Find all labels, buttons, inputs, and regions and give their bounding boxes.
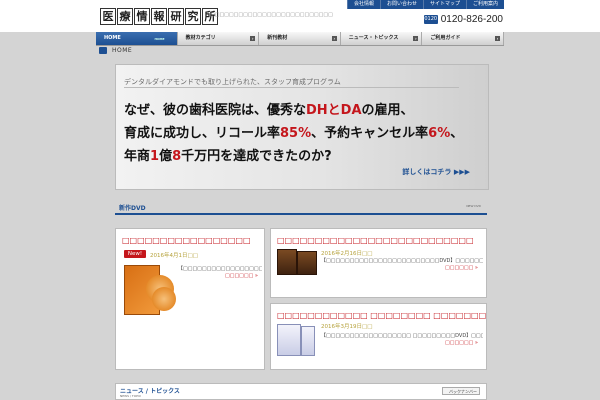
nav-label: HOME xyxy=(104,35,121,41)
dvd-cover-image[interactable] xyxy=(277,249,297,275)
free-dial-icon: 0120 xyxy=(423,15,438,24)
nav-categories[interactable]: 教材カテゴリ › xyxy=(178,32,260,45)
banner-headline: なぜ、彼の歯科医院は、優秀なDHとDAの雇用、 育成に成功し、リコール率85%、… xyxy=(124,99,484,168)
main-nav: HOME HOME 教材カテゴリ › 新刊教材 › ニュース・トピックス › ご… xyxy=(96,32,504,46)
dvd-card-3[interactable]: □□□□□□□□□□□□ □□□□□□□□ □□□□□□□ 2016年3月19日… xyxy=(270,303,487,370)
section-en-title: NEW DVD xyxy=(466,204,481,208)
dvd-description: 【□□□□□□□□□□□□□□□□□□□□□□□□DVD】□□□□□□□□472… xyxy=(321,258,483,264)
section-en-title: NEWS / TOPIX xyxy=(120,394,141,398)
breadcrumb: HOME xyxy=(99,47,132,54)
headline-highlight: 8 xyxy=(172,149,182,164)
dvd-disc-image xyxy=(152,287,176,311)
home-icon xyxy=(99,47,107,54)
dvd-cover-image[interactable] xyxy=(277,324,301,356)
top-link-sitemap[interactable]: サイトマップ xyxy=(422,0,466,9)
top-link-company[interactable]: 会社情報 xyxy=(346,0,380,9)
logo-char: 報 xyxy=(151,8,167,25)
nav-new-materials[interactable]: 新刊教材 › xyxy=(259,32,341,45)
dvd-card-2[interactable]: □□□□□□□□□□□□□□□□□□□□□□□□□□ 2016年2月16日□□ … xyxy=(270,228,487,298)
chevron-right-icon: › xyxy=(494,36,500,41)
nav-sub-label: HOME xyxy=(154,37,165,41)
headline-text: 年商 xyxy=(124,149,151,164)
logo-char: 情 xyxy=(134,8,150,25)
dvd-date: 2016年4月1日□□ xyxy=(150,253,198,259)
headline-text: なぜ、彼の歯科医院は、優秀な xyxy=(124,103,307,118)
headline-highlight: 1 xyxy=(150,149,160,164)
dvd-cover-image xyxy=(297,251,317,275)
dvd-more-link[interactable]: □□□□□□ » xyxy=(445,340,478,346)
section-title: 新作DVD xyxy=(119,205,146,212)
site-tagline: □□□□□□□□□□□□□□□□□□□□□□□□□□ xyxy=(210,12,333,18)
banner-details-link[interactable]: 詳しくはコチラ ▶▶▶ xyxy=(402,167,470,177)
dvd-title[interactable]: □□□□□□□□□□□□□□□□□□□□□□□□□□ xyxy=(277,236,474,245)
dvd-date: 2016年3月19日□□ xyxy=(321,324,373,330)
nav-label: ご利用ガイド xyxy=(430,35,461,41)
logo-char: 研 xyxy=(168,8,184,25)
site-header: 医 療 情 報 研 究 所 □□□□□□□□□□□□□□□□□□□□□□□□□□… xyxy=(0,0,600,32)
page: 医 療 情 報 研 究 所 □□□□□□□□□□□□□□□□□□□□□□□□□□… xyxy=(0,0,600,400)
dvd-description: 【□□□□□□□□□□□□□□□□□□□□□□□DVD】 xyxy=(178,266,262,272)
phone-number: 0120 0120-826-200 xyxy=(423,14,503,25)
dvd-date: 2016年2月16日□□ xyxy=(321,251,373,257)
headline-highlight: 85% xyxy=(280,126,312,141)
headline-text: 、 xyxy=(450,126,464,141)
nav-label: 教材カテゴリ xyxy=(185,35,216,41)
promo-banner[interactable]: デンタルダイアモンドでも取り上げられた、スタッフ育成プログラム なぜ、彼の歯科医… xyxy=(115,64,489,190)
headline-text: 、予約キャンセル率 xyxy=(311,126,429,141)
headline-text: 千万円を達成できたのか? xyxy=(181,149,332,164)
headline-text: の雇用、 xyxy=(361,103,414,118)
nav-label: 新刊教材 xyxy=(267,35,288,41)
new-badge: New! xyxy=(124,250,146,258)
chevron-right-icon: › xyxy=(331,36,337,41)
headline-highlight: DHとDA xyxy=(306,103,362,118)
chevron-right-icon: › xyxy=(250,36,256,41)
dvd-title[interactable]: □□□□□□□□□□□□ □□□□□□□□ □□□□□□□ xyxy=(277,311,486,320)
chevron-right-icon: › xyxy=(413,36,419,41)
dvd-more-link[interactable]: □□□□□□ » xyxy=(445,265,478,271)
dvd-more-link[interactable]: □□□□□□ » xyxy=(225,273,258,279)
headline-text: 育成に成功し、リコール率 xyxy=(124,126,281,141)
top-links: 会社情報 お問い合わせ サイトマップ ご利用案内 xyxy=(346,0,504,9)
dvd-cover-image xyxy=(301,326,315,356)
new-dvd-header: 新作DVD NEW DVD xyxy=(115,202,487,215)
site-logo[interactable]: 医 療 情 報 研 究 所 xyxy=(100,8,218,25)
nav-home[interactable]: HOME HOME xyxy=(96,32,178,45)
headline-text: 億 xyxy=(159,149,173,164)
news-section-header: ニュース / トピックス NEWS / TOPIX バックナンバー xyxy=(115,383,487,400)
dvd-card-1[interactable]: □□□□□□□□□□□□□□□□□ New! 2016年4月1日□□ 【□□□□… xyxy=(115,228,265,370)
logo-char: 究 xyxy=(185,8,201,25)
dvd-description: 【□□□□□□□□□□□□□□□□□□ □□□□□□□□□DVD】□□□16□□… xyxy=(321,333,483,339)
logo-char: 医 xyxy=(100,8,116,25)
nav-news[interactable]: ニュース・トピックス › xyxy=(341,32,423,45)
phone-text: 0120-826-200 xyxy=(440,14,503,25)
nav-label: ニュース・トピックス xyxy=(348,35,399,41)
nav-guide[interactable]: ご利用ガイド › xyxy=(422,32,504,45)
top-link-contact[interactable]: お問い合わせ xyxy=(379,0,423,9)
banner-subtitle: デンタルダイアモンドでも取り上げられた、スタッフ育成プログラム xyxy=(124,78,341,86)
back-number-button[interactable]: バックナンバー xyxy=(442,387,480,395)
logo-char: 療 xyxy=(117,8,133,25)
top-link-guide[interactable]: ご利用案内 xyxy=(465,0,504,9)
breadcrumb-home[interactable]: HOME xyxy=(112,47,132,54)
banner-divider xyxy=(124,87,459,88)
dvd-title[interactable]: □□□□□□□□□□□□□□□□□ xyxy=(122,236,251,245)
headline-highlight: 6% xyxy=(428,126,451,141)
